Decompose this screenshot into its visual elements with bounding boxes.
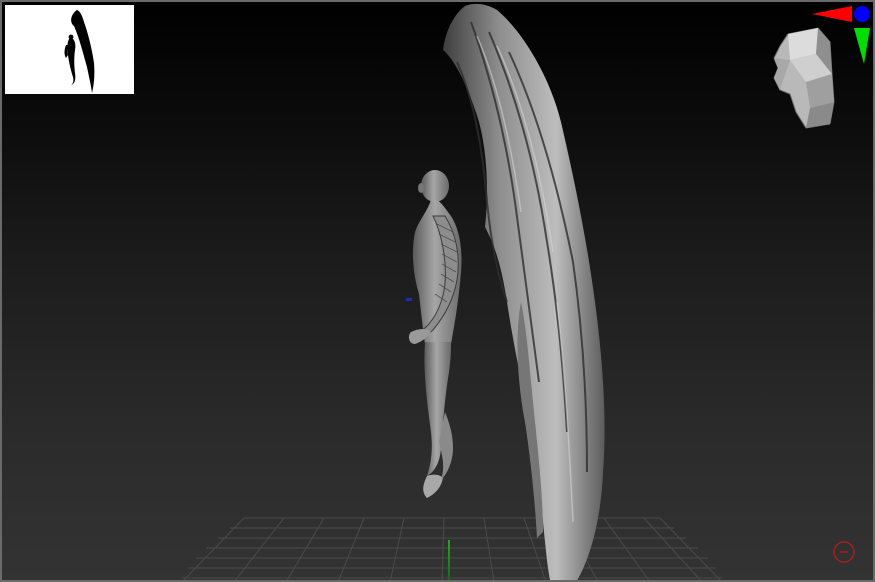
axis-gizmo-icon[interactable] bbox=[808, 2, 874, 66]
3d-viewport[interactable] bbox=[0, 0, 875, 582]
figure bbox=[408, 170, 462, 498]
y-axis-arrow-icon bbox=[854, 28, 870, 64]
navigator-thumbnail[interactable] bbox=[5, 5, 134, 94]
x-axis-arrow-icon bbox=[812, 6, 852, 22]
wing bbox=[443, 3, 605, 580]
pivot-circle-icon[interactable] bbox=[833, 541, 855, 563]
z-axis-dot-icon bbox=[854, 6, 870, 22]
sculpt-model[interactable] bbox=[397, 2, 617, 582]
model-silhouette-icon bbox=[64, 10, 95, 93]
